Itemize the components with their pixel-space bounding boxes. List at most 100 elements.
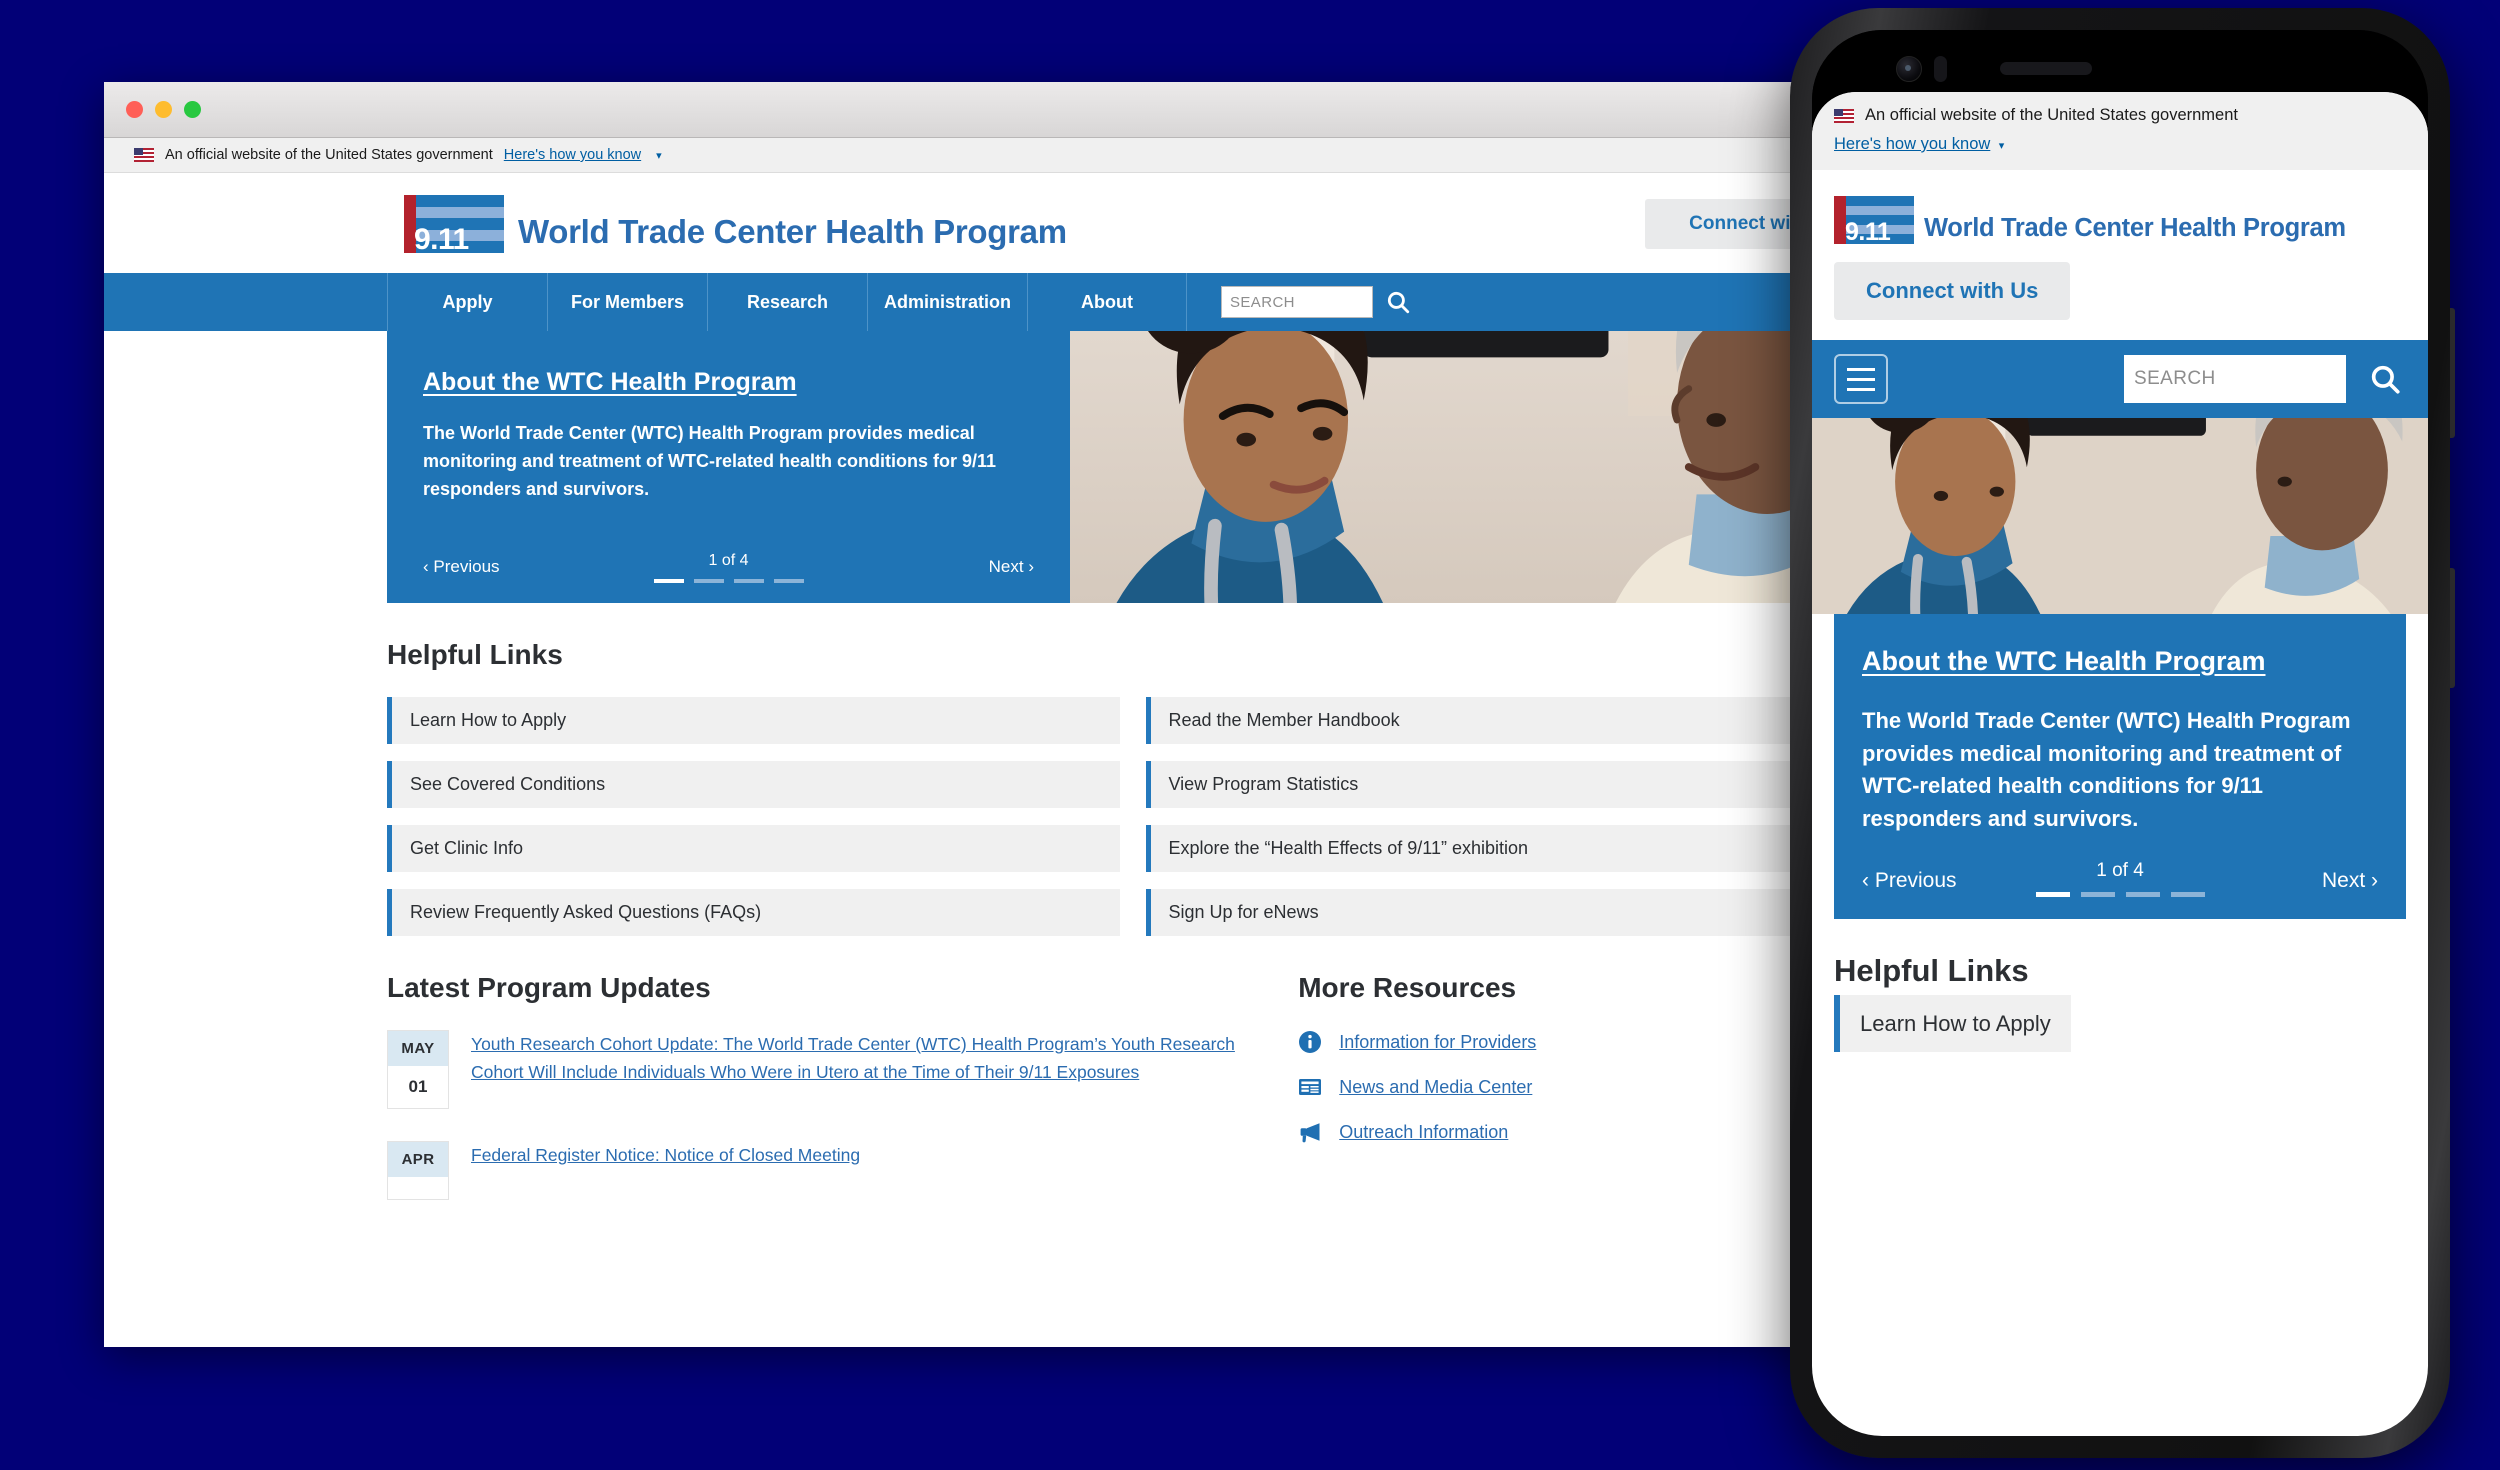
- nav-item-apply[interactable]: Apply: [387, 273, 547, 331]
- link-review-faqs[interactable]: Review Frequently Asked Questions (FAQs): [387, 889, 1120, 936]
- hero-carousel-controls: ‹ Previous 1 of 4 Next ›: [423, 552, 1034, 583]
- mobile-site-logo[interactable]: 9.11 World Trade Center Health Program: [1834, 196, 2406, 245]
- search-input[interactable]: [1221, 286, 1373, 318]
- carousel-dash-4[interactable]: [773, 579, 804, 583]
- link-read-member-handbook[interactable]: Read the Member Handbook: [1145, 697, 1878, 744]
- mobile-gov-how-you-know-link[interactable]: Here's how you know: [1834, 135, 1990, 153]
- mobile-gov-banner-text: An official website of the United States…: [1865, 106, 2238, 124]
- wtc-flag-logo-icon: 9.11: [404, 195, 504, 256]
- mobile-navigation: [1812, 340, 2428, 418]
- nav-item-for-members[interactable]: For Members: [547, 273, 707, 331]
- carousel-dash-3[interactable]: [733, 579, 764, 583]
- mobile-carousel-indicator-group: 1 of 4: [1862, 860, 2378, 898]
- nav-item-administration[interactable]: Administration: [867, 273, 1027, 331]
- gov-banner-how-you-know-link[interactable]: Here's how you know: [504, 147, 641, 163]
- search-icon[interactable]: [1385, 289, 1411, 315]
- sensor-icon: [1934, 56, 1947, 82]
- mobile-carousel-dash-2[interactable]: [2080, 892, 2115, 898]
- date-badge: APR: [387, 1141, 449, 1200]
- browser-viewport: An official website of the United States…: [104, 138, 1912, 1347]
- mobile-carousel-controls: ‹ Previous 1 of 4 Next ›: [1862, 860, 2378, 898]
- mobile-helpful-links-title: Helpful Links: [1834, 953, 2029, 989]
- megaphone-icon: [1298, 1120, 1322, 1144]
- camera-icon: [1896, 56, 1922, 82]
- carousel-dash-1[interactable]: [653, 579, 684, 583]
- date-day: [388, 1177, 448, 1199]
- update-headline-link[interactable]: Youth Research Cohort Update: The World …: [471, 1030, 1268, 1086]
- chevron-down-icon: ▾: [1998, 140, 2005, 152]
- mobile-header: 9.11 World Trade Center Health Program C…: [1812, 170, 2428, 320]
- window-maximize-button[interactable]: [184, 101, 201, 118]
- mobile-carousel-dash-4[interactable]: [2170, 892, 2205, 898]
- mobile-hero-image: [1812, 418, 2428, 614]
- mobile-connect-with-us-button[interactable]: Connect with Us: [1834, 262, 2071, 320]
- browser-titlebar: [104, 82, 1912, 138]
- hamburger-menu-icon[interactable]: [1834, 354, 1888, 404]
- link-get-clinic-info[interactable]: Get Clinic Info: [387, 825, 1120, 872]
- hero-image: [1070, 331, 1912, 603]
- mobile-carousel-counter: 1 of 4: [2096, 860, 2144, 882]
- nav-item-about[interactable]: About: [1027, 273, 1187, 331]
- update-row: APR Federal Register Notice: Notice of C…: [387, 1141, 1268, 1200]
- resource-link-outreach-information[interactable]: Outreach Information: [1339, 1122, 1508, 1143]
- carousel-dashes: [653, 579, 804, 583]
- updates-title: Latest Program Updates: [387, 972, 711, 1003]
- gov-banner-text: An official website of the United States…: [165, 147, 493, 163]
- link-sign-up-enews[interactable]: Sign Up for eNews: [1145, 889, 1878, 936]
- carousel-indicator-group: 1 of 4: [423, 552, 1034, 583]
- info-circle-icon: [1298, 1030, 1322, 1054]
- mobile-page: An official website of the United States…: [1812, 92, 2428, 1436]
- main-navigation: Apply For Members Research Administratio…: [104, 273, 1912, 331]
- wtc-flag-logo-icon: 9.11: [1834, 196, 1914, 245]
- nav-item-research[interactable]: Research: [707, 273, 867, 331]
- latest-program-updates: Latest Program Updates MAY 01 Youth Rese…: [387, 936, 1268, 1232]
- mobile-search-icon[interactable]: [2364, 362, 2406, 396]
- date-badge: MAY 01: [387, 1030, 449, 1109]
- mobile-hero-carousel: About the WTC Health Program The World T…: [1834, 614, 2406, 920]
- mobile-gov-banner: An official website of the United States…: [1812, 92, 2428, 170]
- link-view-program-statistics[interactable]: View Program Statistics: [1145, 761, 1878, 808]
- window-minimize-button[interactable]: [155, 101, 172, 118]
- site-logo[interactable]: 9.11 World Trade Center Health Program: [404, 195, 1067, 256]
- logo-number: 9.11: [414, 223, 469, 256]
- mobile-hero-body-text: The World Trade Center (WTC) Health Prog…: [1862, 708, 2351, 831]
- mobile-hero-title-link[interactable]: About the WTC Health Program: [1862, 646, 2266, 676]
- bottom-sections: Latest Program Updates MAY 01 Youth Rese…: [387, 936, 1878, 1262]
- phone-mockup: An official website of the United States…: [1790, 8, 2455, 1458]
- phone-volume-button[interactable]: [2450, 308, 2455, 438]
- chevron-down-icon: ▾: [656, 149, 662, 162]
- hero-title-link[interactable]: About the WTC Health Program: [423, 367, 1034, 398]
- hero-panel: About the WTC Health Program The World T…: [387, 331, 1070, 603]
- phone-notch: [1812, 30, 2428, 100]
- resource-link-information-for-providers[interactable]: Information for Providers: [1339, 1032, 1536, 1053]
- page-content: Helpful Links Learn How to Apply Read th…: [104, 639, 1912, 1262]
- gov-banner: An official website of the United States…: [104, 138, 1912, 173]
- carousel-dash-2[interactable]: [693, 579, 724, 583]
- link-learn-how-to-apply[interactable]: Learn How to Apply: [387, 697, 1120, 744]
- hero-left-spacer: [104, 331, 387, 603]
- mobile-search-input[interactable]: [2124, 355, 2346, 403]
- window-close-button[interactable]: [126, 101, 143, 118]
- date-month: APR: [388, 1142, 448, 1177]
- resource-link-news-and-media-center[interactable]: News and Media Center: [1339, 1077, 1532, 1098]
- carousel-counter: 1 of 4: [708, 552, 749, 569]
- site-header: 9.11 World Trade Center Health Program C…: [104, 173, 1912, 273]
- date-day: 01: [408, 1077, 428, 1096]
- mobile-carousel-dash-1[interactable]: [2035, 892, 2070, 898]
- newspaper-icon: [1298, 1075, 1322, 1099]
- mobile-carousel-dash-3[interactable]: [2125, 892, 2160, 898]
- helpful-links-title: Helpful Links: [387, 639, 563, 670]
- site-title: World Trade Center Health Program: [518, 213, 1067, 250]
- hero-carousel: About the WTC Health Program The World T…: [104, 331, 1912, 603]
- link-explore-health-effects-exhibition[interactable]: Explore the “Health Effects of 9/11” exh…: [1145, 825, 1878, 872]
- speaker-grille-icon: [2000, 62, 2092, 75]
- nav-left-spacer: [104, 273, 387, 331]
- date-month: MAY: [388, 1031, 448, 1066]
- helpful-links-grid: Learn How to Apply Read the Member Handb…: [387, 697, 1878, 936]
- link-see-covered-conditions[interactable]: See Covered Conditions: [387, 761, 1120, 808]
- mobile-carousel-dashes: [2035, 892, 2205, 898]
- phone-power-button[interactable]: [2450, 568, 2455, 688]
- update-headline-link[interactable]: Federal Register Notice: Notice of Close…: [471, 1141, 860, 1170]
- hero-body-text: The World Trade Center (WTC) Health Prog…: [423, 423, 997, 500]
- mobile-link-learn-how-to-apply[interactable]: Learn How to Apply: [1834, 995, 2071, 1053]
